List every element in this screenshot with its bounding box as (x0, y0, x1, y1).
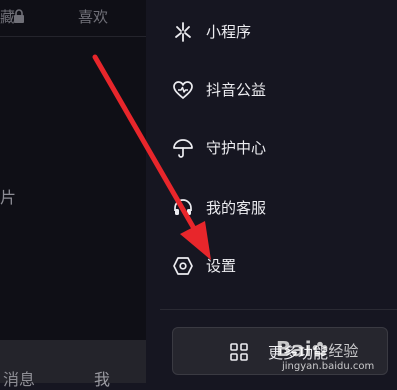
mini-program-icon (175, 22, 191, 42)
bottom-nav: 消息 我 (0, 340, 146, 389)
menu-item-label: 我的客服 (206, 199, 267, 217)
menu-item-guardian-center[interactable]: 守护中心 (146, 126, 397, 170)
tab-likes[interactable]: 喜欢 (78, 6, 108, 27)
watermark-url: jingyan.baidu.com (282, 361, 375, 372)
menu-item-label: 守护中心 (206, 139, 267, 157)
side-drawer: 小程序 抖音公益 守护中心 我的客服 设置 更多功能 (146, 0, 397, 383)
watermark-logo: Bai✿经验 (276, 337, 359, 361)
menu-item-label: 小程序 (206, 23, 252, 41)
nav-me[interactable]: 我 (94, 366, 110, 390)
lock-icon (14, 9, 24, 23)
profile-tabs: 藏 喜欢 (0, 0, 146, 37)
content-text-partial: 片 (0, 188, 17, 207)
profile-page-background: 藏 喜欢 片 消息 我 (0, 0, 146, 389)
umbrella-icon (173, 139, 193, 158)
menu-item-label: 抖音公益 (206, 81, 267, 99)
menu-item-mini-program[interactable]: 小程序 (146, 10, 397, 54)
settings-hexagon-icon (173, 257, 193, 275)
headset-icon (174, 199, 192, 215)
menu-item-settings[interactable]: 设置 (146, 244, 397, 288)
charity-heart-icon (173, 81, 193, 100)
grid-icon (230, 343, 248, 361)
menu-item-charity[interactable]: 抖音公益 (146, 68, 397, 112)
divider (160, 309, 397, 310)
menu-item-customer-service[interactable]: 我的客服 (146, 186, 397, 230)
nav-messages[interactable]: 消息 (3, 366, 35, 390)
menu-item-label: 设置 (206, 257, 237, 275)
